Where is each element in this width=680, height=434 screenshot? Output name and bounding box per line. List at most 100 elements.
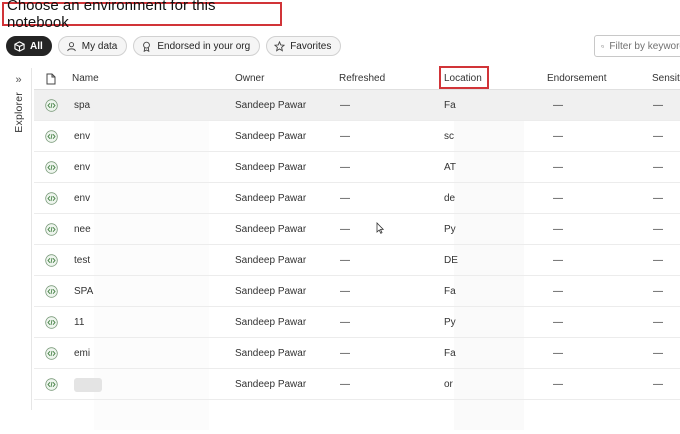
column-header-refreshed[interactable]: Refreshed [339, 73, 385, 84]
table-row[interactable]: nee Sandeep Pawar — Py — — [34, 214, 680, 245]
column-header-name[interactable]: Name [72, 73, 99, 84]
explorer-panel[interactable]: » Explorer [6, 68, 32, 410]
cell-endorsement: — [553, 193, 563, 204]
notebook-code-icon [45, 378, 58, 391]
redacted-name [74, 378, 102, 392]
notebook-code-icon [45, 347, 58, 360]
cell-name[interactable]: env [74, 193, 90, 204]
environment-table: Name Owner Refreshed Location Endorsemen… [34, 66, 680, 430]
table-row[interactable]: Sandeep Pawar — or — — [34, 369, 680, 400]
filter-bar: All My data Endorsed in your org Favorit… [6, 36, 342, 56]
notebook-code-icon [45, 192, 58, 205]
cell-owner: Sandeep Pawar [235, 131, 307, 142]
cell-owner: Sandeep Pawar [235, 317, 307, 328]
cell-location: AT [444, 162, 457, 173]
column-header-owner[interactable]: Owner [235, 73, 264, 84]
mouse-cursor-icon [376, 222, 384, 234]
cell-name[interactable]: env [74, 162, 90, 173]
table-row[interactable]: env Sandeep Pawar — de — — [34, 183, 680, 214]
search-icon [601, 44, 605, 48]
cell-name[interactable]: nee [74, 224, 91, 235]
notebook-code-icon [45, 316, 58, 329]
cell-endorsement: — [553, 286, 563, 297]
person-icon [66, 41, 76, 51]
cell-sensitivity: — [653, 379, 663, 390]
cell-name[interactable]: spa [74, 100, 90, 111]
cell-refreshed: — [340, 100, 350, 111]
cell-refreshed: — [340, 131, 350, 142]
cell-name[interactable]: test [74, 255, 90, 266]
cell-sensitivity: — [653, 317, 663, 328]
table-header: Name Owner Refreshed Location Endorsemen… [34, 66, 680, 90]
filter-my-data-label: My data [81, 40, 118, 52]
cell-location: Py [444, 317, 456, 328]
cell-owner: Sandeep Pawar [235, 224, 307, 235]
filter-favorites-button[interactable]: Favorites [266, 36, 342, 56]
cell-endorsement: — [553, 100, 563, 111]
cell-endorsement: — [553, 255, 563, 266]
cell-refreshed: — [340, 379, 350, 390]
ribbon-icon [143, 41, 151, 52]
cell-location: de [444, 193, 456, 204]
cell-sensitivity: — [653, 348, 663, 359]
cell-endorsement: — [553, 348, 563, 359]
cell-owner: Sandeep Pawar [235, 100, 307, 111]
cell-endorsement: — [553, 224, 563, 235]
explorer-label: Explorer [12, 92, 25, 133]
table-body: spa Sandeep Pawar — Fa — — env Sandeep Pawar — sc… [34, 90, 680, 430]
cell-name[interactable]: env [74, 131, 90, 142]
cell-owner: Sandeep Pawar [235, 193, 307, 204]
cell-endorsement: — [553, 379, 563, 390]
filter-all-button[interactable]: All [6, 36, 52, 56]
cell-location: Fa [444, 286, 456, 297]
table-row[interactable]: env Sandeep Pawar — sc — — [34, 121, 680, 152]
table-row[interactable]: env Sandeep Pawar — AT — — [34, 152, 680, 183]
cell-location: DE [444, 255, 458, 266]
search-input[interactable]: Filter by keyword [594, 35, 680, 57]
notebook-code-icon [45, 254, 58, 267]
cell-location: or [444, 379, 453, 390]
cell-owner: Sandeep Pawar [235, 255, 307, 266]
search-placeholder: Filter by keyword [609, 40, 680, 52]
cell-location: Fa [444, 100, 456, 111]
dialog-title: Choose an environment for this notebook [7, 0, 216, 31]
cell-endorsement: — [553, 317, 563, 328]
chevron-double-right-icon[interactable]: » [15, 74, 21, 86]
column-header-sensitivity[interactable]: Sensiti [652, 73, 680, 84]
filter-my-data-button[interactable]: My data [57, 36, 128, 56]
cell-owner: Sandeep Pawar [235, 162, 307, 173]
table-row[interactable]: emi Sandeep Pawar — Fa — — [34, 338, 680, 369]
cell-location: Fa [444, 348, 456, 359]
cell-owner: Sandeep Pawar [235, 379, 307, 390]
cell-refreshed: — [340, 193, 350, 204]
table-row[interactable]: spa Sandeep Pawar — Fa — — [34, 90, 680, 121]
cell-refreshed: — [340, 255, 350, 266]
cell-sensitivity: — [653, 100, 663, 111]
cell-name[interactable]: SPA [74, 286, 93, 297]
notebook-code-icon [45, 285, 58, 298]
cell-sensitivity: — [653, 162, 663, 173]
filter-all-label: All [30, 40, 43, 52]
notebook-code-icon [45, 99, 58, 112]
notebook-code-icon [45, 130, 58, 143]
cell-name[interactable]: 11 [74, 317, 84, 328]
cell-refreshed: — [340, 286, 350, 297]
cell-sensitivity: — [653, 255, 663, 266]
cell-refreshed: — [340, 162, 350, 173]
cell-owner: Sandeep Pawar [235, 348, 307, 359]
filter-favorites-label: Favorites [290, 40, 332, 52]
cell-refreshed: — [340, 317, 350, 328]
dialog-title-highlight: Choose an environment for this notebook [2, 0, 282, 31]
table-row[interactable]: SPA Sandeep Pawar — Fa — — [34, 276, 680, 307]
cell-sensitivity: — [653, 224, 663, 235]
cell-refreshed: — [340, 224, 350, 235]
cell-name[interactable]: emi [74, 348, 90, 359]
column-header-endorsement[interactable]: Endorsement [547, 73, 606, 84]
file-icon [46, 73, 56, 85]
filter-endorsed-label: Endorsed in your org [157, 40, 251, 52]
table-row[interactable]: 11 Sandeep Pawar — Py — — [34, 307, 680, 338]
filter-endorsed-button[interactable]: Endorsed in your org [133, 36, 261, 56]
cell-sensitivity: — [653, 286, 663, 297]
table-row[interactable]: test Sandeep Pawar — DE — — [34, 245, 680, 276]
cell-sensitivity: — [653, 193, 663, 204]
